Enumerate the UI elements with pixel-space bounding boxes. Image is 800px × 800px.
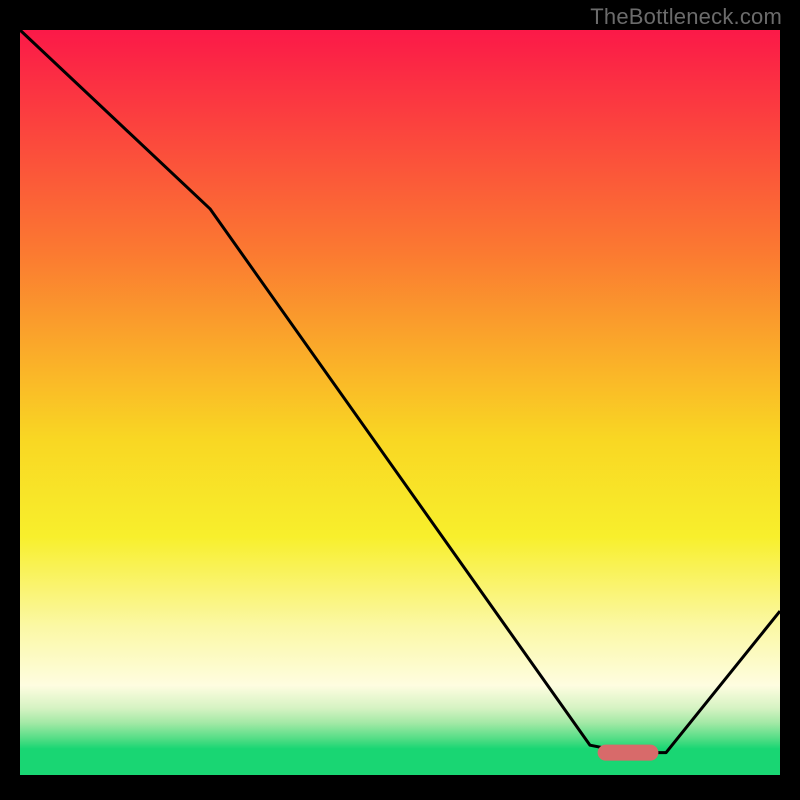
chart-container: TheBottleneck.com xyxy=(0,0,800,800)
chart-frame xyxy=(0,775,800,800)
chart-frame xyxy=(780,0,800,800)
chart-frame xyxy=(0,0,20,800)
optimal-range-marker xyxy=(598,745,659,761)
gradient-background xyxy=(20,30,780,775)
bottleneck-chart xyxy=(0,0,800,800)
watermark-text: TheBottleneck.com xyxy=(590,4,782,30)
